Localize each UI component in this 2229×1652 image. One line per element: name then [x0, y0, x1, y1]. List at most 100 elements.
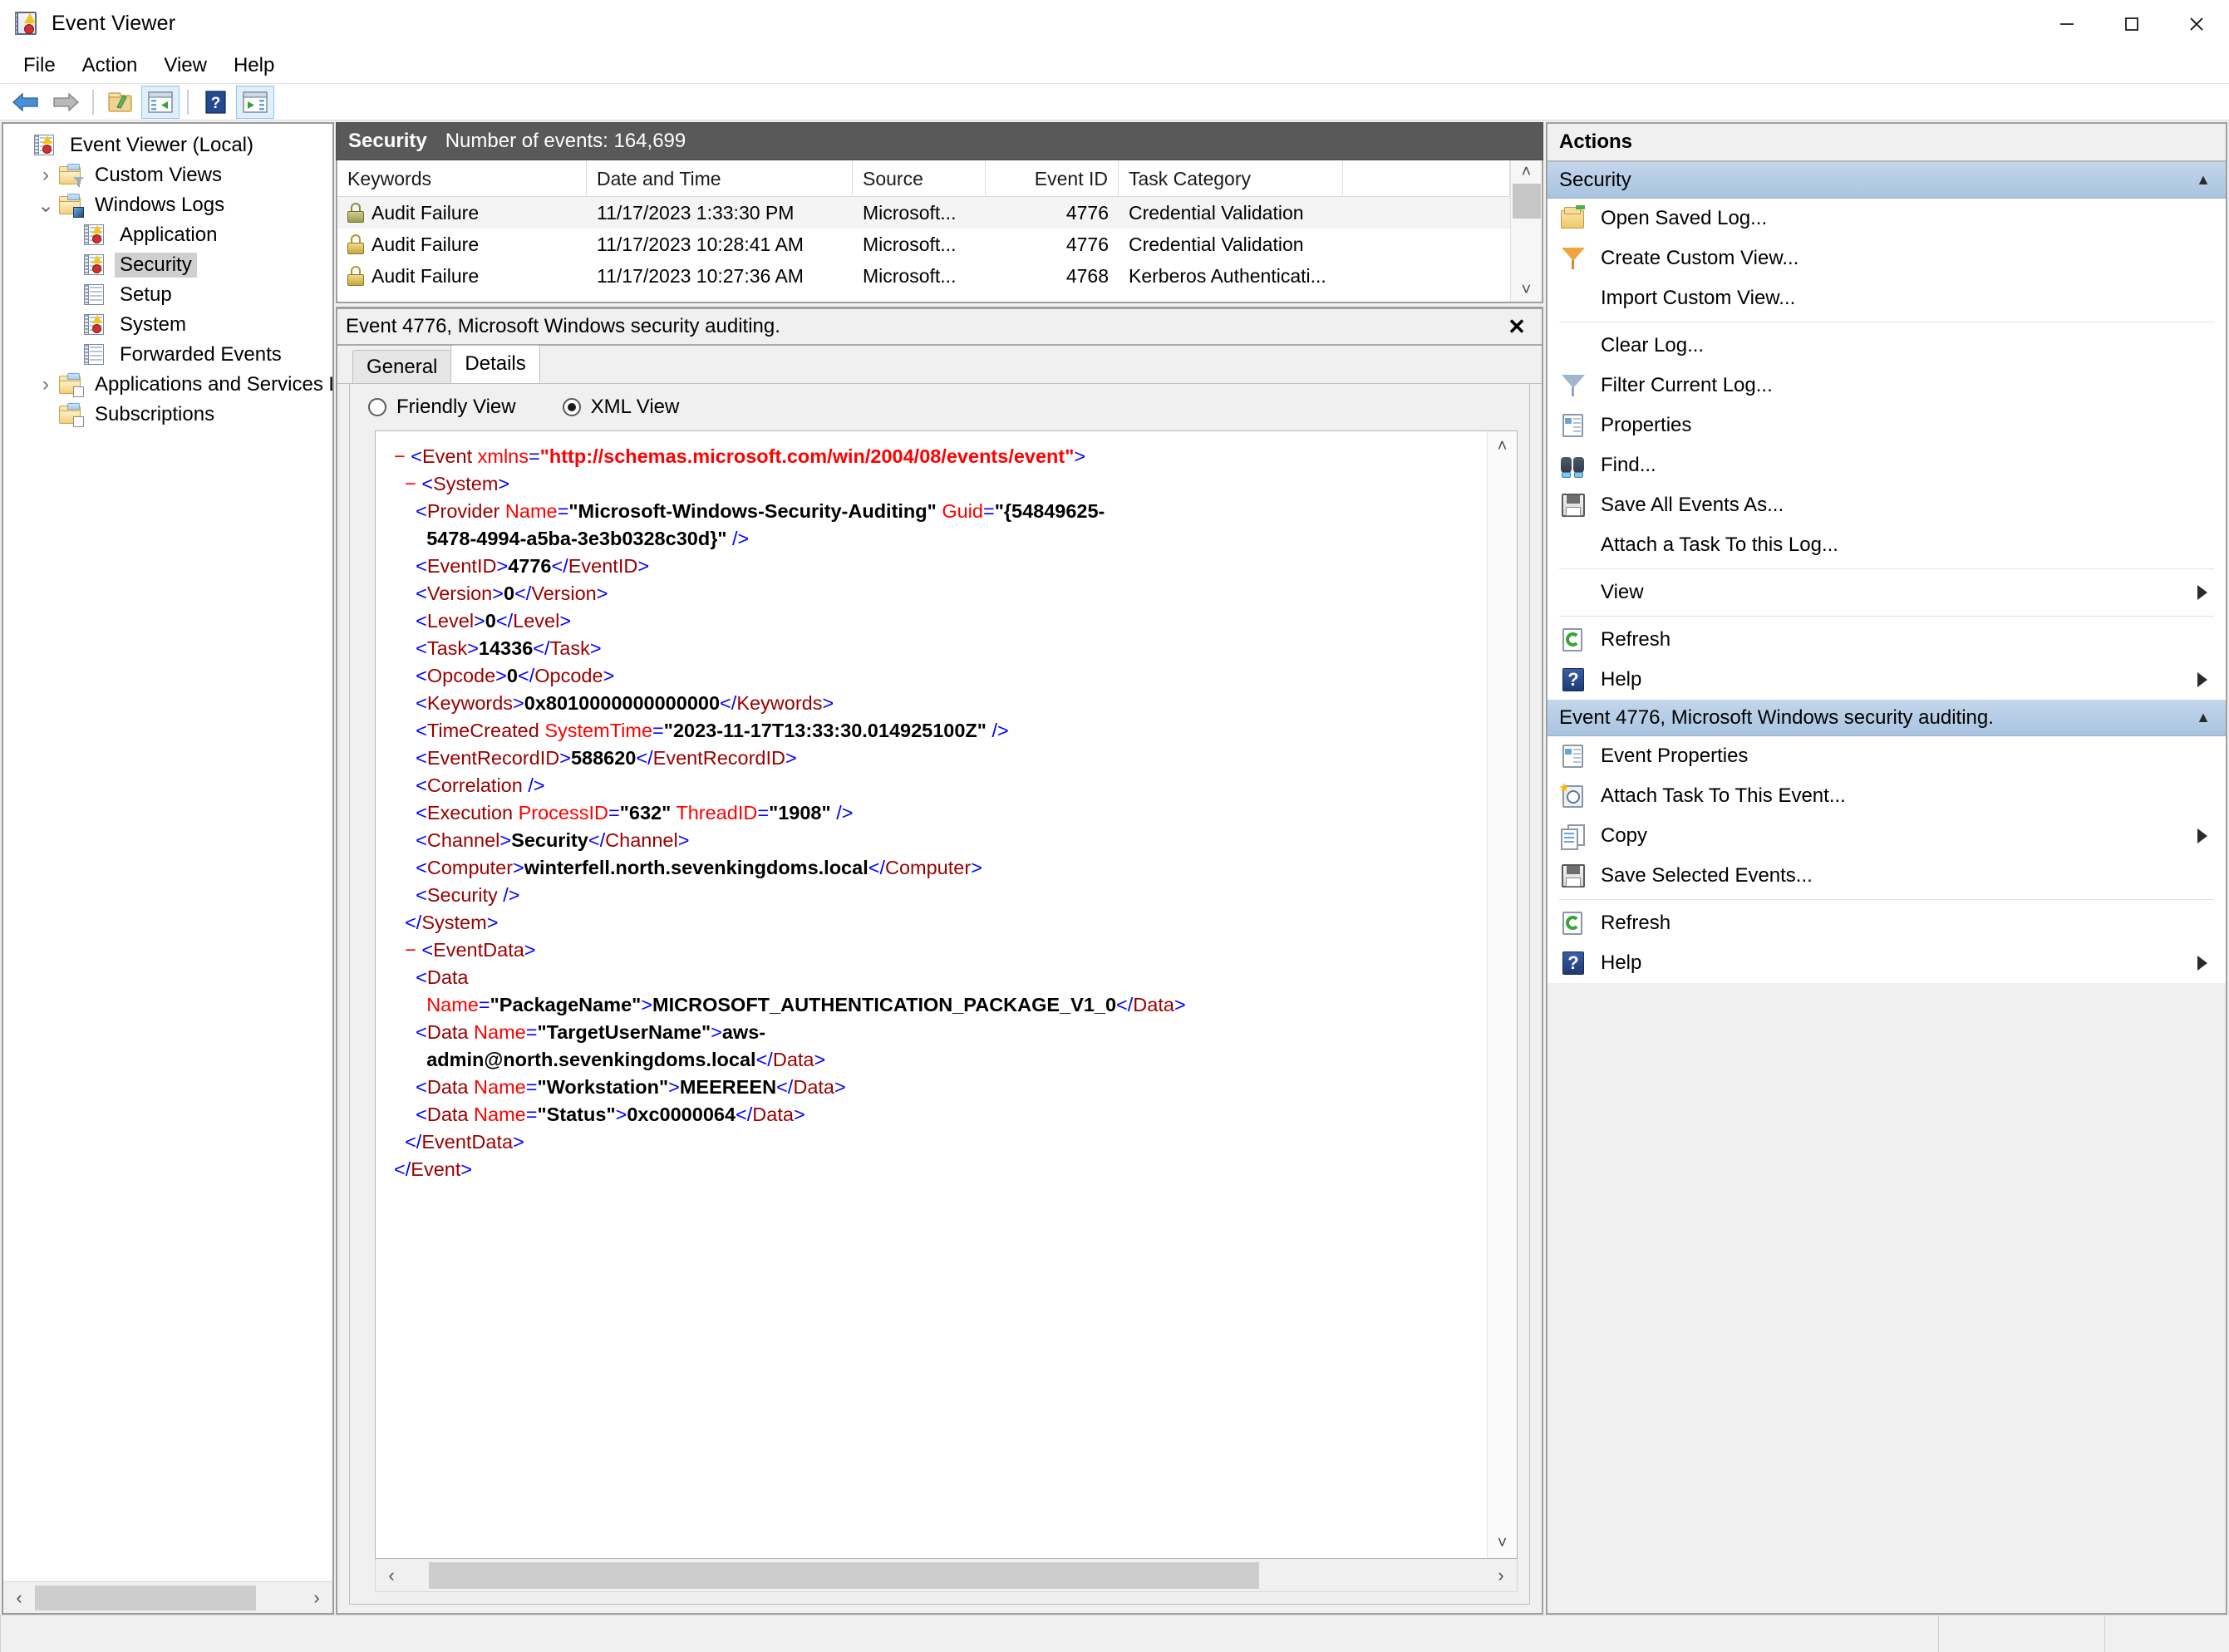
tree-item-system[interactable]: System — [3, 310, 332, 340]
xml-scroll-track[interactable] — [407, 1561, 1485, 1589]
forward-icon[interactable] — [47, 86, 85, 119]
event-list-vertical-scrollbar[interactable]: ˄ ˅ — [1510, 160, 1542, 302]
action-item-clear-log[interactable]: Clear Log... — [1548, 326, 2226, 366]
xml-scroll-thumb[interactable] — [428, 1561, 1259, 1589]
tree-item-security[interactable]: Security — [3, 250, 332, 280]
action-item-view[interactable]: View — [1548, 573, 2226, 612]
action-item-find[interactable]: Find... — [1548, 445, 2226, 485]
tree-item-forwarded-events[interactable]: Forwarded Events — [3, 340, 332, 370]
column-header-event-id[interactable]: Event ID — [986, 160, 1119, 197]
window-title-bar: Event Viewer — [0, 0, 2229, 47]
action-item-label: View — [1601, 581, 1644, 603]
radio-friendly-view[interactable]: Friendly View — [368, 396, 516, 419]
show-hide-console-tree-icon[interactable] — [141, 85, 180, 119]
event-list-scroll-thumb[interactable] — [1512, 184, 1541, 219]
action-icon-placeholder — [1559, 579, 1587, 606]
tree-scroll-thumb[interactable] — [35, 1585, 256, 1610]
back-icon[interactable] — [7, 86, 45, 119]
actions-group-header-event[interactable]: Event 4776, Microsoft Windows security a… — [1548, 700, 2226, 736]
table-row[interactable]: Audit Failure 11/17/2023 10:28:41 AM Micro… — [337, 229, 1510, 260]
menu-help[interactable]: Help — [220, 51, 288, 81]
tree-item-label: Custom Views — [95, 163, 222, 186]
radio-friendly-view-circle[interactable] — [368, 398, 386, 416]
submenu-arrow-icon — [2197, 828, 2207, 843]
xml-scroll-right-icon[interactable]: › — [1485, 1561, 1517, 1591]
action-item-label: Help — [1601, 951, 1642, 974]
cell-source: Microsoft... — [863, 233, 957, 255]
event-log-plain-icon — [83, 343, 108, 366]
action-item-import-custom-view[interactable]: Import Custom View... — [1548, 278, 2226, 318]
properties-icon — [1559, 743, 1587, 769]
tree-item-subscriptions[interactable]: Subscriptions — [3, 400, 332, 430]
xml-scroll-left-icon[interactable]: ‹ — [376, 1561, 407, 1591]
close-button[interactable] — [2164, 0, 2229, 47]
action-item-copy[interactable]: Copy — [1548, 816, 2226, 856]
tree-scroll-left-icon[interactable]: ‹ — [3, 1583, 35, 1613]
tree-item-event-viewer-local[interactable]: Event Viewer (Local) — [3, 130, 332, 160]
tab-details[interactable]: Details — [450, 345, 540, 383]
action-item-label: Attach a Task To this Log... — [1601, 533, 1838, 556]
xml-scroll-up-icon[interactable]: ˄ — [1498, 438, 1508, 455]
action-item-properties[interactable]: Properties — [1548, 406, 2226, 445]
action-item-filter-current-log[interactable]: Filter Current Log... — [1548, 366, 2226, 406]
tab-general[interactable]: General — [352, 350, 452, 383]
table-row[interactable]: Audit Failure 11/17/2023 10:27:36 AM Micro… — [337, 260, 1510, 292]
event-list-scroll-down-icon[interactable]: ˅ — [1522, 282, 1532, 298]
actions-group-body: Open Saved Log... Create Custom View... Im… — [1548, 199, 2226, 700]
open-folder-icon[interactable] — [101, 86, 140, 119]
menu-file[interactable]: File — [10, 51, 69, 81]
save-icon — [1559, 492, 1587, 519]
chevron-down-icon[interactable]: ⌄ — [33, 193, 58, 218]
action-item-label: Clear Log... — [1601, 334, 1705, 356]
collapse-caret-icon[interactable]: ▲ — [2196, 171, 2211, 189]
tree-item-applications-and-services-lo[interactable]: › Applications and Services Lo — [3, 370, 332, 400]
xml-content[interactable]: − <Event xmlns="http://schemas.microsoft… — [376, 431, 1487, 1195]
event-list-scroll-up-icon[interactable]: ˄ — [1522, 164, 1532, 180]
action-item-help[interactable]: ? Help — [1548, 660, 2226, 700]
collapse-caret-icon[interactable]: ▲ — [2196, 709, 2211, 726]
radio-xml-view-circle[interactable] — [562, 398, 581, 416]
tree-item-custom-views[interactable]: › Custom Views — [3, 160, 332, 190]
actions-group-header-security[interactable]: Security ▲ — [1548, 162, 2226, 199]
minimize-button[interactable] — [2035, 0, 2099, 47]
tree-horizontal-scrollbar[interactable]: ‹ › — [3, 1581, 332, 1613]
tree-scroll-track[interactable] — [35, 1585, 301, 1610]
column-header-source[interactable]: Source — [853, 160, 986, 197]
radio-xml-view[interactable]: XML View — [562, 396, 679, 419]
menu-action[interactable]: Action — [69, 51, 151, 81]
menu-view[interactable]: View — [150, 51, 220, 81]
action-item-help[interactable]: ? Help — [1548, 943, 2226, 983]
action-item-refresh[interactable]: Refresh — [1548, 903, 2226, 943]
chevron-right-icon[interactable]: › — [33, 163, 58, 188]
table-row[interactable]: Audit Failure 11/17/2023 1:33:30 PM Micros… — [337, 197, 1510, 229]
action-item-save-all-events-as[interactable]: Save All Events As... — [1548, 485, 2226, 525]
xml-horizontal-scrollbar[interactable]: ‹ › — [375, 1559, 1518, 1592]
maximize-button[interactable] — [2099, 0, 2164, 47]
tree-item-windows-logs[interactable]: ⌄ Windows Logs — [3, 190, 332, 220]
action-item-refresh[interactable]: Refresh — [1548, 620, 2226, 660]
tree-item-application[interactable]: Application — [3, 220, 332, 250]
action-item-create-custom-view[interactable]: Create Custom View... — [1548, 238, 2226, 278]
xml-scroll-down-icon[interactable]: ˅ — [1498, 1535, 1508, 1551]
action-item-save-selected-events[interactable]: Save Selected Events... — [1548, 856, 2226, 896]
center-pane: Security Number of events: 164,699 Keywo… — [336, 122, 1543, 1615]
event-details-close-button[interactable]: ✕ — [1500, 312, 1533, 341]
cell-event-id: 4776 — [1065, 233, 1109, 255]
column-header-keywords[interactable]: Keywords — [337, 160, 587, 197]
help-icon[interactable]: ? — [196, 86, 234, 119]
column-header-date-and-time[interactable]: Date and Time — [587, 160, 853, 197]
action-item-attach-a-task-to-this-log[interactable]: Attach a Task To this Log... — [1548, 525, 2226, 565]
tree-item-setup[interactable]: Setup — [3, 280, 332, 310]
banner-log-name: Security — [348, 130, 427, 152]
chevron-right-icon[interactable]: › — [33, 372, 58, 397]
action-item-attach-task-to-this-event[interactable]: Attach Task To This Event... — [1548, 776, 2226, 816]
column-header-task-category[interactable]: Task Category — [1119, 160, 1343, 197]
show-hide-action-pane-icon[interactable] — [236, 85, 274, 119]
action-item-open-saved-log[interactable]: Open Saved Log... — [1548, 199, 2226, 238]
tree-expander-spacer — [58, 283, 83, 307]
tree-scroll-right-icon[interactable]: › — [301, 1583, 332, 1613]
action-item-label: Help — [1601, 668, 1642, 691]
action-item-event-properties[interactable]: Event Properties — [1548, 736, 2226, 776]
toolbar-separator — [92, 89, 94, 115]
xml-vertical-scrollbar[interactable]: ˄ ˅ — [1487, 431, 1517, 1558]
